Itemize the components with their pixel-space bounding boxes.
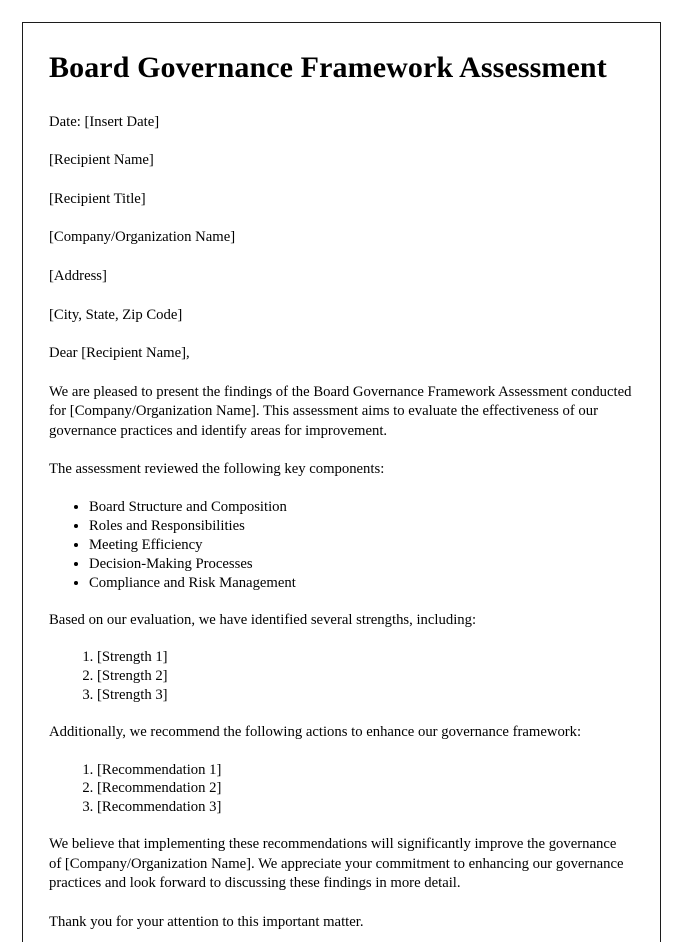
strengths-list: [Strength 1] [Strength 2] [Strength 3]: [49, 648, 632, 705]
recommendations-intro: Additionally, we recommend the following…: [49, 723, 582, 740]
recommendations-list: [Recommendation 1] [Recommendation 2] [R…: [49, 761, 632, 818]
intro-paragraph: We are pleased to present the findings o…: [49, 383, 632, 439]
recipient-address-line: [Address]: [49, 267, 107, 284]
document-page: Board Governance Framework Assessment Da…: [22, 22, 661, 942]
date-line: Date: [Insert Date]: [49, 113, 160, 130]
list-item: [Recommendation 2]: [97, 779, 632, 798]
list-item: [Strength 1]: [97, 648, 632, 667]
salutation: Dear [Recipient Name],: [49, 345, 190, 362]
strengths-intro: Based on our evaluation, we have identif…: [49, 611, 477, 628]
components-intro: The assessment reviewed the following ke…: [49, 461, 385, 478]
recipient-company-line: [Company/Organization Name]: [49, 229, 236, 246]
list-item: [Strength 3]: [97, 686, 632, 705]
thanks-paragraph: Thank you for your attention to this imp…: [49, 914, 364, 931]
list-item: Meeting Efficiency: [89, 536, 632, 555]
list-item: Board Structure and Composition: [89, 498, 632, 517]
list-item: Compliance and Risk Management: [89, 574, 632, 593]
page-title: Board Governance Framework Assessment: [49, 51, 607, 84]
key-components-list: Board Structure and Composition Roles an…: [49, 498, 632, 593]
list-item: [Recommendation 3]: [97, 798, 632, 817]
recipient-city-line: [City, State, Zip Code]: [49, 306, 183, 323]
list-item: Decision-Making Processes: [89, 555, 632, 574]
list-item: Roles and Responsibilities: [89, 517, 632, 536]
list-item: [Strength 2]: [97, 667, 632, 686]
list-item: [Recommendation 1]: [97, 761, 632, 780]
closing-paragraph: We believe that implementing these recom…: [49, 836, 624, 892]
recipient-name-line: [Recipient Name]: [49, 152, 154, 169]
recipient-title-line: [Recipient Title]: [49, 190, 146, 207]
document-body: Board Governance Framework Assessment Da…: [23, 23, 660, 933]
